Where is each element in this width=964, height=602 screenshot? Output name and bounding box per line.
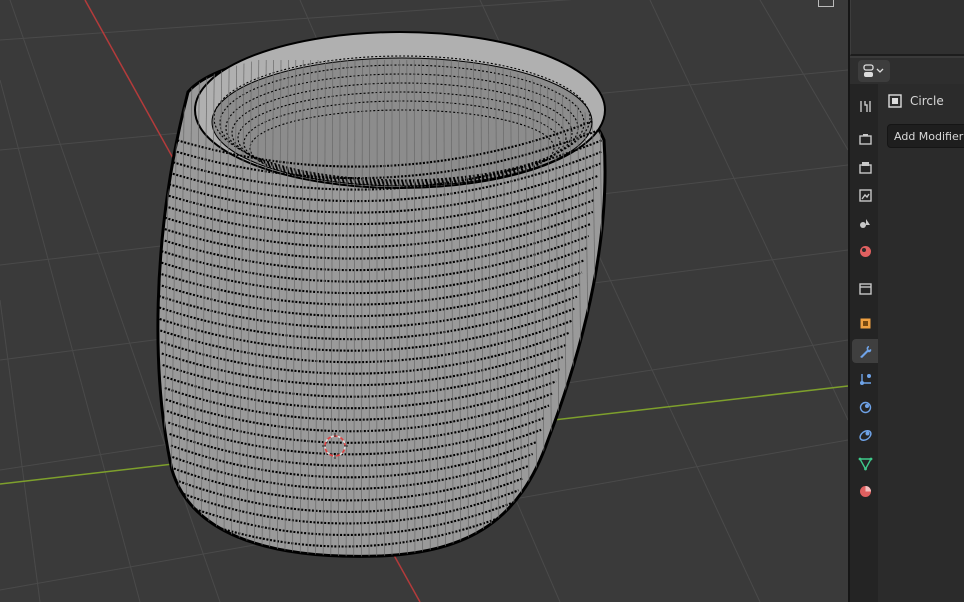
- output-icon: [858, 161, 872, 174]
- viewport-corner-widget[interactable]: [818, 0, 834, 7]
- tab-scene[interactable]: [852, 211, 878, 235]
- object-name: Circle: [910, 94, 944, 108]
- viewport-canvas[interactable]: [0, 0, 848, 602]
- material-icon: [859, 485, 871, 497]
- tab-object[interactable]: [852, 311, 878, 335]
- tab-data[interactable]: [852, 451, 878, 475]
- wrench-icon: [859, 345, 871, 358]
- properties-header: [850, 58, 964, 84]
- physics-icon: [859, 401, 871, 413]
- collection-icon: [858, 282, 872, 295]
- properties-tabs: [850, 84, 878, 602]
- 3d-viewport[interactable]: [0, 0, 848, 602]
- tab-world[interactable]: [852, 239, 878, 263]
- tab-particles[interactable]: [852, 367, 878, 391]
- tab-modifier[interactable]: [852, 339, 878, 363]
- editor-type-button[interactable]: [858, 60, 890, 82]
- view-layer-icon: [858, 188, 872, 202]
- object-data-icon: [888, 94, 902, 108]
- constraints-icon: [858, 429, 872, 441]
- tab-material[interactable]: [852, 479, 878, 503]
- add-modifier-button[interactable]: Add Modifier: [887, 124, 964, 148]
- properties-panel: Circle Add Modifier: [878, 84, 964, 602]
- cup-mesh[interactable]: [156, 31, 614, 560]
- tool-icon: [859, 100, 871, 112]
- editor-type-icon: [863, 64, 884, 77]
- tab-physics[interactable]: [852, 395, 878, 419]
- tab-output[interactable]: [852, 155, 878, 179]
- particles-icon: [859, 373, 871, 385]
- tab-render[interactable]: [852, 127, 878, 151]
- world-icon: [859, 245, 871, 257]
- outliner-area[interactable]: [850, 0, 964, 56]
- mesh-data-icon: [858, 457, 872, 470]
- tab-constraints[interactable]: [852, 423, 878, 447]
- tab-collection[interactable]: [852, 276, 878, 300]
- tab-tool[interactable]: [852, 94, 878, 118]
- tab-view-layer[interactable]: [852, 183, 878, 207]
- scene-icon: [859, 218, 870, 228]
- render-icon: [858, 133, 872, 145]
- object-icon: [860, 318, 870, 328]
- object-header: Circle: [888, 92, 944, 110]
